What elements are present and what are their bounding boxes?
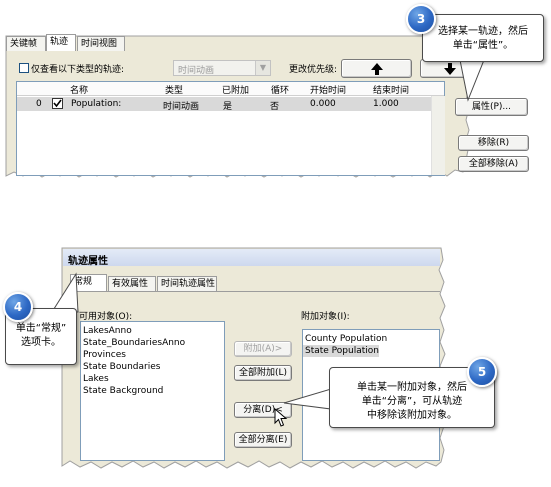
track-type-select[interactable]: 时间动画 ▼	[173, 60, 271, 76]
callout-3-line1: 选择某一轨迹，然后	[438, 26, 528, 37]
row-checkbox[interactable]	[52, 98, 63, 109]
remove-all-button[interactable]: 全部移除(A)	[458, 156, 529, 172]
remove-button[interactable]: 移除(R)	[458, 135, 529, 151]
dialog-title-bar: 轨迹属性	[63, 249, 440, 267]
column-start-time[interactable]: 开始时间	[310, 83, 346, 96]
callout-5-line3: 中移除该附加对象。	[367, 410, 457, 421]
callout-5-line2: 单击“分离”，可从轨迹	[361, 396, 463, 407]
callout-pointer	[283, 388, 332, 410]
list-item-selected[interactable]: State Population	[303, 345, 379, 357]
list-item[interactable]: Provinces	[81, 349, 224, 361]
step-4-badge: 4	[3, 292, 33, 322]
attach-all-button[interactable]: 全部附加(L)	[234, 365, 292, 381]
column-name[interactable]: 名称	[70, 83, 88, 96]
available-objects-list[interactable]: LakesAnno State_BoundariesAnno Provinces…	[80, 321, 225, 461]
tab-tracks[interactable]: 轨迹	[46, 34, 76, 51]
row-loop: 否	[270, 102, 280, 112]
dialog-title: 轨迹属性	[68, 256, 108, 267]
list-item[interactable]: County Population	[303, 333, 439, 345]
column-loop[interactable]: 循环	[271, 83, 289, 96]
list-item[interactable]: State Boundaries	[81, 361, 224, 373]
tab-body-border	[69, 291, 440, 292]
move-up-button[interactable]	[341, 59, 412, 78]
tab-keyframes[interactable]: 关键帧	[6, 36, 46, 51]
callout-3: 选择某一轨迹，然后 单击“属性”。	[422, 14, 544, 62]
attached-objects-label: 附加对象(I):	[301, 312, 350, 322]
row-name: Population:	[71, 99, 122, 109]
tab-time-view[interactable]: 时间视图	[77, 36, 125, 51]
callout-4-line2: 选项卡。	[21, 337, 61, 348]
track-type-value: 时间动画	[178, 66, 215, 76]
vertical-scrollbar[interactable]	[431, 96, 445, 175]
detach-all-button[interactable]: 全部分离(E)	[234, 432, 292, 448]
priority-label: 更改优先级:	[289, 65, 338, 75]
filter-checkbox-label: 仅查看以下类型的轨迹:	[31, 65, 125, 75]
tab-strip: 关键帧 轨迹 时间视图	[6, 34, 466, 51]
step-3-badge: 3	[406, 4, 436, 34]
track-panel: 关键帧 轨迹 时间视图 仅查看以下类型的轨迹: 时间动画 ▼ 更改优先级: 名称…	[0, 0, 470, 184]
callout-3-line2: 单击“属性”。	[452, 40, 514, 51]
column-type[interactable]: 类型	[165, 83, 183, 96]
table-row[interactable]: 0 Population: 时间动画 是 否 0.000 1.000	[17, 97, 432, 112]
column-attached[interactable]: 已附加	[222, 83, 249, 96]
column-end-time[interactable]: 结束时间	[373, 83, 409, 96]
row-index: 0	[36, 99, 42, 109]
table-header: 名称 类型 已附加 循环 开始时间 结束时间	[17, 82, 444, 96]
row-attached: 是	[223, 102, 233, 112]
list-item[interactable]: State_BoundariesAnno	[81, 337, 224, 349]
track-table: 名称 类型 已附加 循环 开始时间 结束时间 0 Population: 时间动…	[16, 81, 445, 176]
row-start-time: 0.000	[310, 99, 336, 109]
callout-pointer	[459, 60, 485, 102]
callout-5-line1: 单击某一附加对象，然后	[357, 382, 467, 393]
list-item[interactable]: Lakes	[81, 373, 224, 385]
list-item[interactable]: State Background	[81, 385, 224, 397]
arrow-up-icon	[371, 63, 383, 75]
dialog-tab-strip: 常规 有效属性 时间轨迹属性	[70, 274, 440, 291]
row-end-time: 1.000	[373, 99, 399, 109]
tab-time-track-properties[interactable]: 时间轨迹属性	[157, 276, 217, 291]
tab-valid-properties[interactable]: 有效属性	[108, 276, 156, 291]
callout-4-line1: 单击“常规”	[15, 323, 67, 334]
row-type: 时间动画	[163, 102, 200, 112]
checkmark-icon	[53, 99, 62, 108]
attach-button[interactable]: 附加(A)>	[234, 341, 292, 357]
step-5-badge: 5	[467, 357, 497, 387]
filter-checkbox[interactable]	[19, 63, 29, 73]
list-item[interactable]: LakesAnno	[81, 325, 224, 337]
chevron-down-icon: ▼	[255, 61, 270, 75]
